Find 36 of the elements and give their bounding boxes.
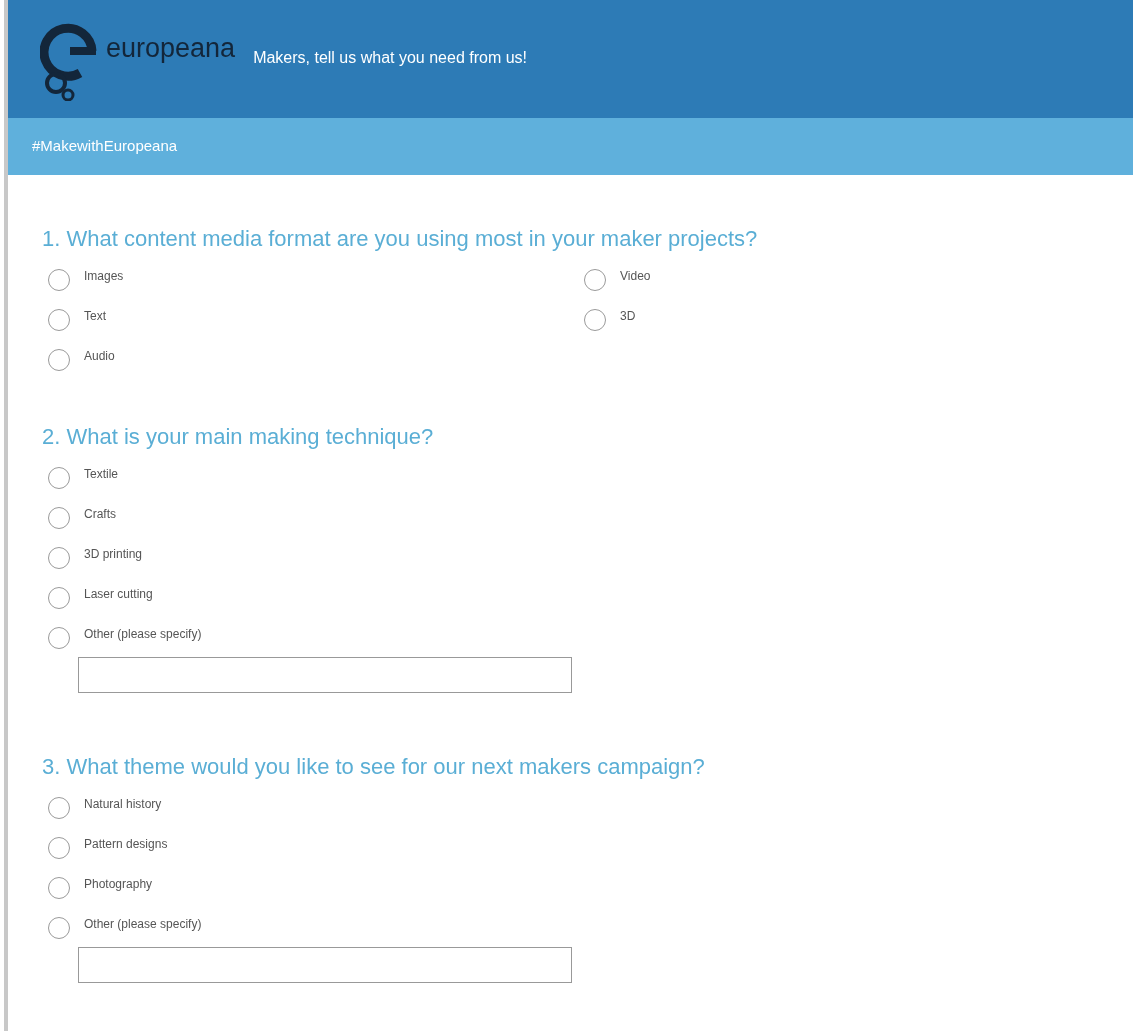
question-title: 1. What content media format are you using most in your maker projects? [42, 225, 759, 253]
option-label: Video [620, 268, 651, 284]
radio-button[interactable] [48, 349, 70, 371]
radio-button[interactable] [48, 269, 70, 291]
option-label: Other (please specify) [84, 626, 202, 642]
option-label: Textile [84, 466, 118, 482]
radio-button[interactable] [48, 917, 70, 939]
radio-button[interactable] [48, 547, 70, 569]
question-title: 3. What theme would you like to see for our next makers campaign? [42, 753, 706, 781]
option-label: Audio [84, 348, 115, 364]
option-label: Other (please specify) [84, 916, 202, 932]
radio-button[interactable] [584, 309, 606, 331]
option-label: Natural history [84, 796, 162, 812]
question-title: 2. What is your main making technique? [42, 423, 435, 451]
input-field[interactable] [78, 947, 572, 983]
radio-button[interactable] [48, 877, 70, 899]
radio-button[interactable] [48, 797, 70, 819]
option-label: Crafts [84, 506, 116, 522]
radio-button[interactable] [48, 467, 70, 489]
option-label: Images [84, 268, 124, 284]
option-label: 3D [620, 308, 636, 324]
radio-button[interactable] [48, 587, 70, 609]
logo-text: europeana [106, 34, 236, 62]
option-label: Laser cutting [84, 586, 153, 602]
option-label: 3D printing [84, 546, 143, 562]
option-label: Pattern designs [84, 836, 168, 852]
radio-button[interactable] [48, 837, 70, 859]
radio-button[interactable] [584, 269, 606, 291]
option-label: Text [84, 308, 106, 324]
header-tagline: Makers, tell us what you need from us! [253, 48, 528, 68]
hashtag-text: #MakewithEuropeana [32, 136, 178, 157]
radio-button[interactable] [48, 507, 70, 529]
radio-button[interactable] [48, 627, 70, 649]
input-field[interactable] [78, 657, 572, 693]
option-label: Photography [84, 876, 153, 892]
radio-button[interactable] [48, 309, 70, 331]
